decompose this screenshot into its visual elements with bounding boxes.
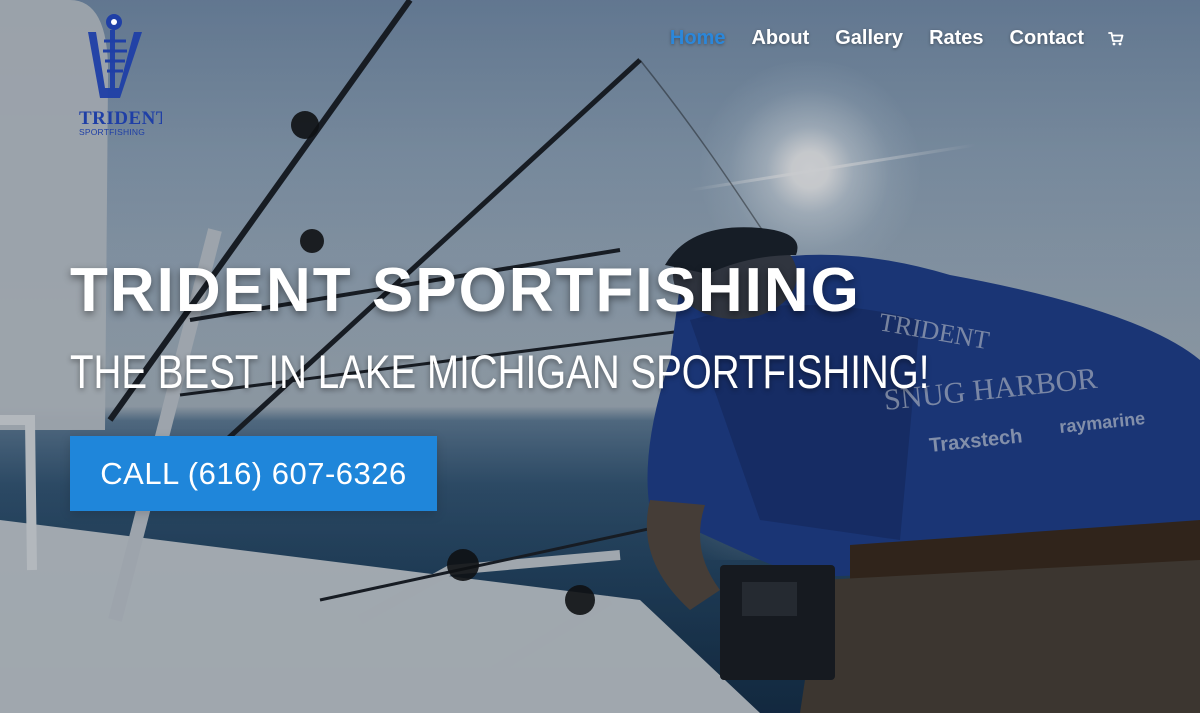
nav-gallery-link[interactable]: Gallery [835,27,903,50]
hero-section: TRIDENT SNUG HARBOR Traxstech raymarine … [0,0,1200,713]
trident-logo[interactable]: TRIDENT SPORTFISHING [70,8,162,138]
nav-about-link[interactable]: About [751,27,809,50]
logo-tagline: SPORTFISHING [79,127,145,137]
logo-brand: TRIDENT [79,108,162,129]
call-button[interactable]: CALL (616) 607-6326 [70,436,437,511]
main-navigation: Home About Gallery Rates Contact [670,27,1124,50]
nav-rates-link[interactable]: Rates [929,27,983,50]
shopping-cart-icon[interactable] [1108,31,1124,47]
hero-subtitle: THE BEST IN LAKE MICHIGAN SPORTFISHING! [70,345,930,398]
nav-home-link[interactable]: Home [670,27,726,50]
hero-title: TRIDENT SPORTFISHING [70,256,861,325]
nav-contact-link[interactable]: Contact [1010,27,1084,50]
